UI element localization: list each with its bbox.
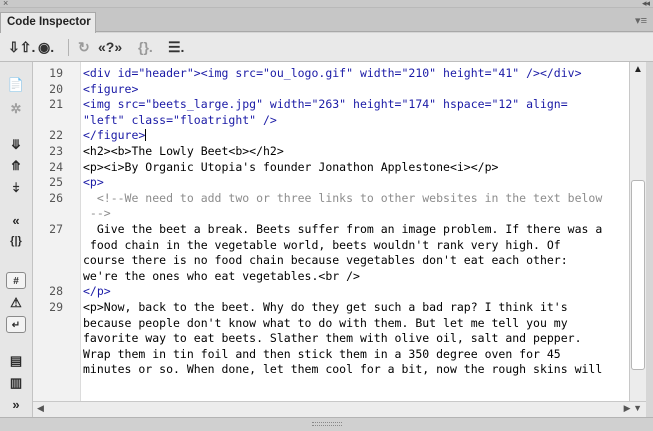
line-numbers-icon[interactable]: # xyxy=(6,272,26,289)
code-line-text: minutes or so. When done, let them cool … xyxy=(83,362,603,377)
code-line-text: course there is no food chain because ve… xyxy=(83,253,568,268)
line-number: 25 xyxy=(49,175,63,190)
code-line[interactable]: <p> xyxy=(83,175,104,190)
scroll-right-icon[interactable]: ▶ ▼ xyxy=(624,403,642,414)
coding-toolbar: 📄 ✲ ⤋ ⤊ ⤈ « {|} # ⚠ ↵ ▤ ▥ » xyxy=(0,62,33,417)
code-line-text: food chain in the vegetable world, beets… xyxy=(83,237,561,252)
code-line-text: <p> xyxy=(83,175,104,190)
more-tools-icon[interactable]: » xyxy=(6,396,26,413)
line-number: 27 xyxy=(49,222,63,236)
line-number: 26 xyxy=(49,190,63,205)
code-line[interactable]: minutes or so. When done, let them cool … xyxy=(83,362,602,377)
code-line[interactable]: <p><i>By Organic Utopia's founder Jonath… xyxy=(83,160,498,175)
panel-tab-strip: Code Inspector ▾≡ xyxy=(0,8,653,33)
code-line[interactable]: course there is no food chain because ve… xyxy=(83,253,568,268)
collapse-full-tag-icon[interactable]: ⤋ xyxy=(6,136,26,153)
line-number: 22 xyxy=(49,128,63,143)
code-editor[interactable]: 19 20 21 22 23 24 25 26 27 28 29 <div id="header">… xyxy=(33,62,629,401)
collapse-selection-icon[interactable]: ⤊ xyxy=(6,157,26,174)
code-line-text: "left" class="floatright" /> xyxy=(83,112,277,127)
code-line[interactable]: food chain in the vegetable world, beets… xyxy=(83,238,561,253)
line-number: 20 xyxy=(49,81,63,96)
code-line-text: --> xyxy=(83,206,111,221)
scroll-up-icon[interactable]: ▲ xyxy=(630,64,646,78)
code-line[interactable]: <div id="header"><img src="ou_logo.gif" … xyxy=(83,66,582,81)
tab-code-inspector[interactable]: Code Inspector xyxy=(0,12,96,33)
code-navigation-icon[interactable]: «?» xyxy=(98,37,122,58)
apply-comment-icon[interactable]: ▤ xyxy=(6,352,26,369)
code-line[interactable]: <!--We need to add two or three links to… xyxy=(83,191,602,206)
code-line-text: favorite way to eat beets. Slather them … xyxy=(83,331,582,346)
code-line-text: </p> xyxy=(83,284,111,299)
code-line[interactable]: favorite way to eat beets. Slather them … xyxy=(83,331,582,346)
code-line-text: <img src="beets_large.jpg" width="263" h… xyxy=(83,97,568,112)
code-line-text: <figure> xyxy=(83,81,139,96)
code-line[interactable]: Give the beet a break. Beets suffer from… xyxy=(83,222,602,237)
resize-grip[interactable] xyxy=(312,422,342,426)
line-number-gutter: 19 20 21 22 23 24 25 26 27 28 29 xyxy=(33,62,81,401)
code-line[interactable]: Wrap them in tin foil and then stick the… xyxy=(83,347,561,362)
show-code-navigator-icon[interactable]: ✲ xyxy=(6,100,26,117)
code-line[interactable]: we're the ones who eat vegetables.<br /> xyxy=(83,269,360,284)
code-line-text: Give the beet a break. Beets suffer from… xyxy=(83,222,603,236)
braces-icon[interactable]: {}. xyxy=(138,37,153,58)
expand-all-icon[interactable]: ⤈ xyxy=(6,178,26,195)
panel-options-menu-icon[interactable]: ▾≡ xyxy=(635,14,647,27)
code-line-text: we're the ones who eat vegetables.<br /> xyxy=(83,268,360,283)
line-number: 29 xyxy=(49,300,63,314)
code-line-text: because people don't know what to do wit… xyxy=(83,315,568,330)
code-line[interactable]: </figure> xyxy=(83,128,147,143)
line-number: 28 xyxy=(49,284,63,299)
line-number: 19 xyxy=(49,66,63,80)
toolbar-divider xyxy=(68,39,69,56)
code-line[interactable]: <img src="beets_large.jpg" width="263" h… xyxy=(83,97,568,112)
view-options-icon[interactable]: ☰. xyxy=(168,37,184,58)
code-line[interactable]: because people don't know what to do wit… xyxy=(83,316,568,331)
select-parent-tag-icon[interactable]: « xyxy=(6,212,26,229)
balance-braces-icon[interactable]: {|} xyxy=(6,233,26,250)
code-line[interactable]: </p> xyxy=(83,284,111,299)
text-cursor xyxy=(145,129,147,142)
highlight-invalid-code-icon[interactable]: ⚠ xyxy=(6,294,26,311)
code-line-text: <div id="header"><img src="ou_logo.gif" … xyxy=(83,66,582,80)
code-line[interactable]: <figure> xyxy=(83,82,138,97)
code-line-text: <p>Now, back to the beet. Why do they ge… xyxy=(83,300,568,314)
horizontal-scrollbar[interactable]: ◀ ▶ ▼ xyxy=(33,401,646,417)
code-line-text: <!--We need to add two or three links to… xyxy=(83,190,603,205)
code-line[interactable]: <h2><b>The Lowly Beet<b></h2> xyxy=(83,144,284,159)
refresh-icon[interactable]: ↻ xyxy=(78,37,90,58)
panel-title-bar: × ◂◂ xyxy=(0,0,653,8)
code-line-text: </figure> xyxy=(83,128,146,143)
code-line[interactable]: --> xyxy=(83,206,111,221)
vertical-scroll-thumb[interactable] xyxy=(631,180,645,370)
code-line-text: <p><i>By Organic Utopia's founder Jonath… xyxy=(83,159,499,174)
code-line-text: <h2><b>The Lowly Beet<b></h2> xyxy=(83,144,284,158)
panel-resize-bar[interactable] xyxy=(0,417,653,431)
line-number: 23 xyxy=(49,144,63,158)
line-number: 21 xyxy=(49,97,63,112)
open-documents-icon[interactable]: 📄 xyxy=(6,76,26,93)
code-inspector-toolbar: ⇩⇧. ◉. ↻ «?» {}. ☰. xyxy=(0,33,653,62)
preview-in-browser-icon[interactable]: ◉. xyxy=(38,37,54,58)
code-line[interactable]: <p>Now, back to the beet. Why do they ge… xyxy=(83,300,568,315)
code-line[interactable]: "left" class="floatright" /> xyxy=(83,113,277,128)
word-wrap-icon[interactable]: ↵ xyxy=(6,316,26,333)
line-number: 24 xyxy=(49,159,63,174)
remove-comment-icon[interactable]: ▥ xyxy=(6,374,26,391)
code-line-text: Wrap them in tin foil and then stick the… xyxy=(83,346,561,361)
scroll-left-icon[interactable]: ◀ xyxy=(37,403,44,414)
vertical-scrollbar[interactable]: ▲ xyxy=(629,62,646,401)
file-management-icon[interactable]: ⇩⇧. xyxy=(8,37,35,58)
